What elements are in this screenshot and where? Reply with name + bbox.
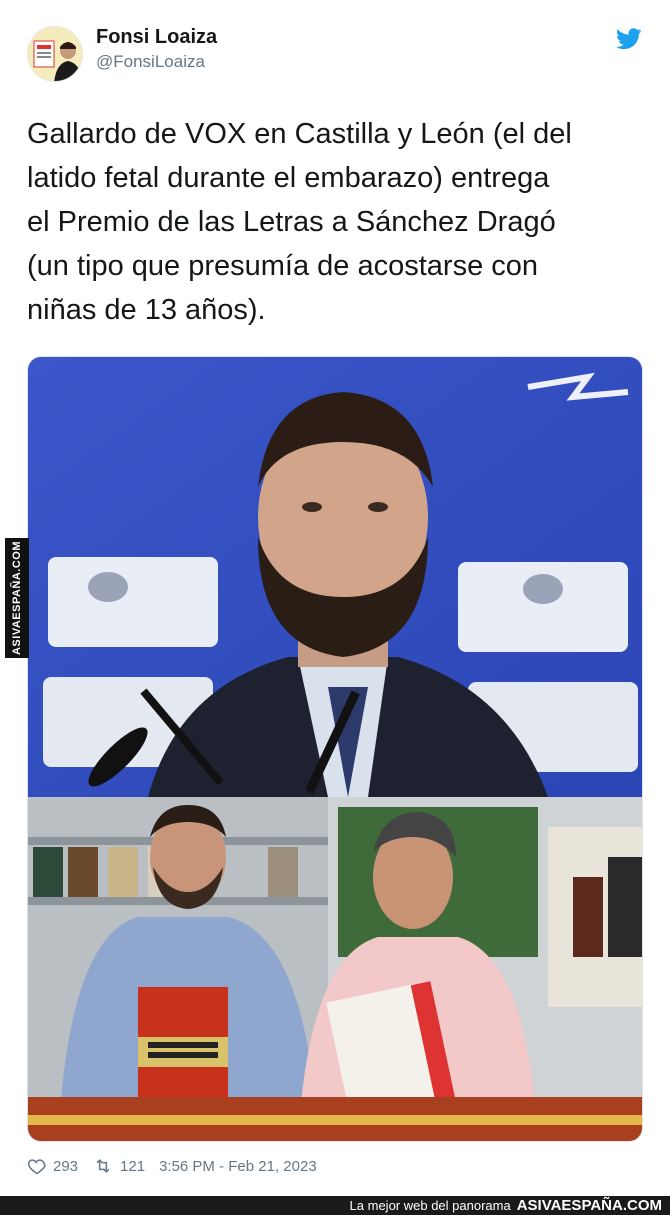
photo-book-signing[interactable] xyxy=(28,797,642,1141)
photo-speaker-at-podium[interactable] xyxy=(28,357,642,797)
footer-watermark: La mejor web del panorama ASIVAESPAÑA.CO… xyxy=(0,1196,670,1215)
author-name[interactable]: Fonsi Loaiza xyxy=(96,26,217,49)
like-count: 293 xyxy=(53,1157,79,1175)
avatar-image xyxy=(28,27,82,81)
side-watermark: ASIVAESPAÑA.COM xyxy=(5,538,29,658)
tweet-media[interactable] xyxy=(27,356,643,1142)
retweet-icon xyxy=(96,1159,110,1173)
author-handle[interactable]: @FonsiLoaiza xyxy=(96,52,205,72)
timestamp-text: 3:56 PM - Feb 21, 2023 xyxy=(159,1157,317,1175)
like-stat[interactable]: 293 xyxy=(27,1156,78,1176)
heart-icon xyxy=(27,1159,46,1175)
tweet-card: Fonsi Loaiza @FonsiLoaiza Gallardo de VO… xyxy=(0,0,670,1196)
footer-brand[interactable]: ASIVAESPAÑA.COM xyxy=(517,1197,662,1214)
tweet-timestamp[interactable]: 3:56 PM - Feb 21, 2023 xyxy=(159,1158,317,1175)
side-watermark-text: ASIVAESPAÑA.COM xyxy=(11,540,24,656)
twitter-bird-icon[interactable] xyxy=(615,28,642,50)
tweet-text: Gallardo de VOX en Castilla y León (el d… xyxy=(27,118,572,326)
footer-tagline: La mejor web del panorama xyxy=(349,1198,511,1213)
retweet-stat[interactable]: 121 xyxy=(92,1156,145,1176)
tweet-stats: 293 121 3:56 PM - Feb 21, 2023 xyxy=(27,1155,331,1177)
retweet-count: 121 xyxy=(120,1157,146,1175)
author-avatar[interactable] xyxy=(27,26,83,82)
